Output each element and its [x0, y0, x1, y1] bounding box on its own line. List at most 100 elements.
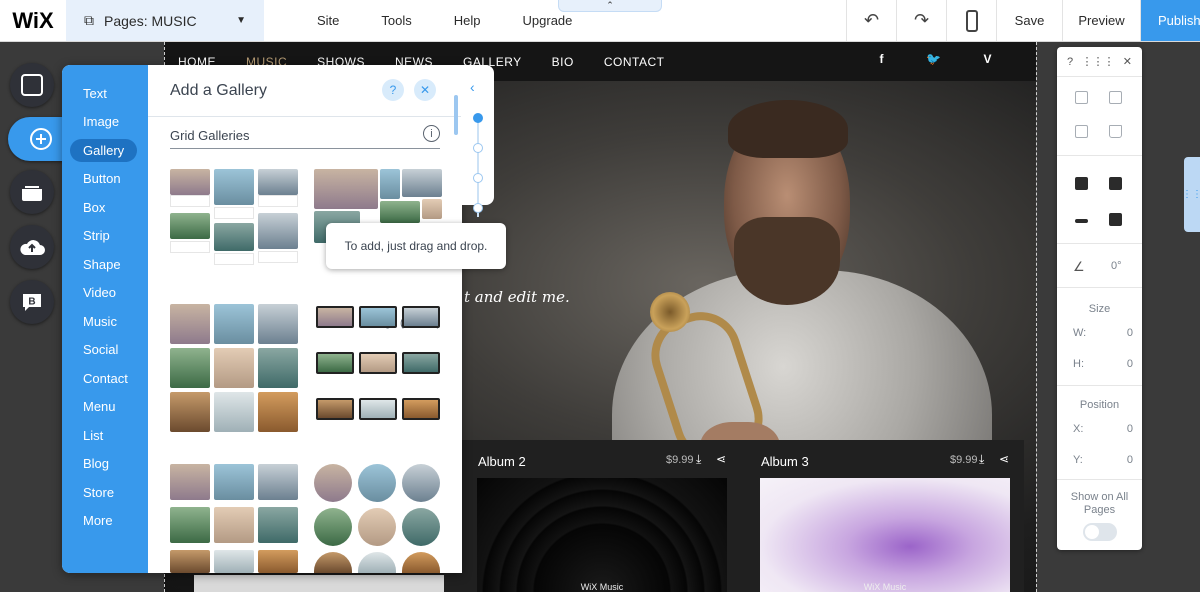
help-button[interactable]: ?: [382, 79, 404, 101]
pages-dropdown[interactable]: ⧉ Pages: MUSIC ▼: [66, 0, 264, 41]
media-upload-button[interactable]: [10, 225, 54, 269]
share-icon[interactable]: ⋖: [999, 452, 1009, 466]
album-price: $9.99: [950, 454, 978, 466]
side-drag-handle[interactable]: ⋮⋮: [1182, 157, 1200, 232]
category-image[interactable]: Image: [62, 108, 148, 137]
category-label: List: [83, 427, 104, 443]
category-label: Text: [83, 85, 107, 101]
twitter-icon[interactable]: 🐦: [926, 52, 941, 66]
align-right-icon[interactable]: [1109, 177, 1122, 190]
album-art: WiX Music: [477, 478, 727, 592]
gallery-thumb: [170, 392, 210, 432]
category-shape[interactable]: Shape: [62, 250, 148, 279]
preview-button[interactable]: Preview: [1062, 0, 1140, 41]
panel-scrollbar[interactable]: [454, 95, 458, 135]
category-label: Image: [83, 114, 120, 130]
category-more[interactable]: More: [62, 507, 148, 536]
menu-tools[interactable]: Tools: [360, 13, 432, 28]
gallery-thumb: [402, 464, 440, 502]
width-value[interactable]: 0: [1127, 327, 1133, 339]
wix-logo[interactable]: WiX: [0, 0, 66, 41]
info-icon[interactable]: i: [423, 125, 440, 142]
gallery-thumb: [214, 392, 254, 432]
inspector-help-button[interactable]: ?: [1067, 56, 1073, 68]
blog-button[interactable]: B: [10, 280, 54, 324]
progress-dot[interactable]: [473, 113, 483, 123]
redo-button[interactable]: ↷: [896, 0, 946, 41]
y-value[interactable]: 0: [1127, 454, 1133, 466]
category-social[interactable]: Social: [62, 336, 148, 365]
close-panel-button[interactable]: ✕: [414, 79, 436, 101]
publish-button[interactable]: Publish: [1140, 0, 1200, 41]
category-video[interactable]: Video: [62, 279, 148, 308]
album-1-art[interactable]: [194, 575, 444, 592]
site-nav-contact[interactable]: CONTACT: [604, 55, 665, 69]
category-store[interactable]: Store: [62, 478, 148, 507]
menu-help[interactable]: Help: [433, 13, 502, 28]
category-gallery[interactable]: Gallery: [62, 136, 148, 165]
category-label: Button: [83, 171, 121, 187]
rotation-value[interactable]: 0°: [1111, 260, 1122, 272]
undo-icon: ↶: [863, 10, 880, 30]
save-button[interactable]: Save: [996, 0, 1062, 41]
width-row[interactable]: W: 0: [1073, 327, 1133, 339]
menu-upgrade[interactable]: Upgrade: [502, 13, 594, 28]
height-value[interactable]: 0: [1127, 358, 1133, 370]
rotate-icon[interactable]: ∠: [1073, 259, 1085, 275]
copy-icon[interactable]: [1075, 91, 1088, 104]
download-icon[interactable]: ⤓: [979, 452, 984, 467]
x-row[interactable]: X: 0: [1073, 423, 1133, 435]
undo-button[interactable]: ↶: [846, 0, 896, 41]
gallery-thumb: [258, 213, 298, 249]
chevron-left-icon[interactable]: ‹: [470, 79, 475, 95]
category-button[interactable]: Button: [62, 165, 148, 194]
facebook-icon[interactable]: f: [880, 52, 885, 66]
hero-figure-hair: [728, 100, 848, 158]
category-label: Store: [83, 484, 115, 500]
progress-dot[interactable]: [473, 203, 483, 213]
align-center-icon[interactable]: [1075, 219, 1088, 223]
show-all-pages-toggle[interactable]: [1083, 523, 1117, 541]
progress-track: [477, 117, 479, 217]
menu-site[interactable]: Site: [296, 13, 360, 28]
distribute-icon[interactable]: [1109, 213, 1122, 226]
category-box[interactable]: Box: [62, 193, 148, 222]
duplicate-icon[interactable]: [1075, 125, 1088, 138]
share-icon[interactable]: ⋖: [716, 452, 726, 466]
inspector-close-button[interactable]: ✕: [1123, 55, 1132, 68]
category-list[interactable]: List: [62, 421, 148, 450]
progress-dot[interactable]: [473, 173, 483, 183]
app-market-button[interactable]: [10, 170, 54, 214]
x-value[interactable]: 0: [1127, 423, 1133, 435]
download-icon[interactable]: ⤓: [696, 452, 701, 467]
vimeo-icon[interactable]: V: [983, 52, 992, 66]
album-card[interactable]: Album 3 $9.99 ⤓ ⋖ WiX Music: [747, 440, 1030, 592]
progress-dot[interactable]: [473, 143, 483, 153]
mobile-view-button[interactable]: [946, 0, 996, 41]
site-nav-bio[interactable]: BIO: [552, 55, 574, 69]
category-blog[interactable]: Blog: [62, 450, 148, 479]
category-strip[interactable]: Strip: [62, 222, 148, 251]
drag-grip-icon[interactable]: ⋮⋮⋮: [1081, 55, 1114, 68]
height-row[interactable]: H: 0: [1073, 358, 1133, 370]
category-text[interactable]: Text: [62, 79, 148, 108]
pages-icon: ⧉: [84, 12, 94, 28]
paste-icon[interactable]: [1109, 91, 1122, 104]
category-menu[interactable]: Menu: [62, 393, 148, 422]
y-row[interactable]: Y: 0: [1073, 454, 1133, 466]
gallery-caption: [258, 195, 298, 207]
gallery-thumb: [258, 464, 298, 500]
gallery-thumb: [316, 306, 354, 328]
gallery-thumb: [214, 507, 254, 543]
page-background-button[interactable]: [10, 63, 54, 107]
album-card[interactable]: Album 2 $9.99 ⤓ ⋖ WiX Music: [464, 440, 747, 592]
bring-forward-icon[interactable]: [1075, 177, 1088, 190]
trash-icon[interactable]: [1109, 125, 1122, 138]
collapse-topbar-tab[interactable]: ⌃: [558, 0, 662, 12]
social-bar: f 🐦 V: [880, 52, 1022, 66]
trumpet-bell: [650, 292, 690, 332]
category-contact[interactable]: Contact: [62, 364, 148, 393]
hero-text[interactable]: t and edit me.: [464, 288, 570, 306]
category-music[interactable]: Music: [62, 307, 148, 336]
close-icon: ✕: [419, 83, 431, 97]
